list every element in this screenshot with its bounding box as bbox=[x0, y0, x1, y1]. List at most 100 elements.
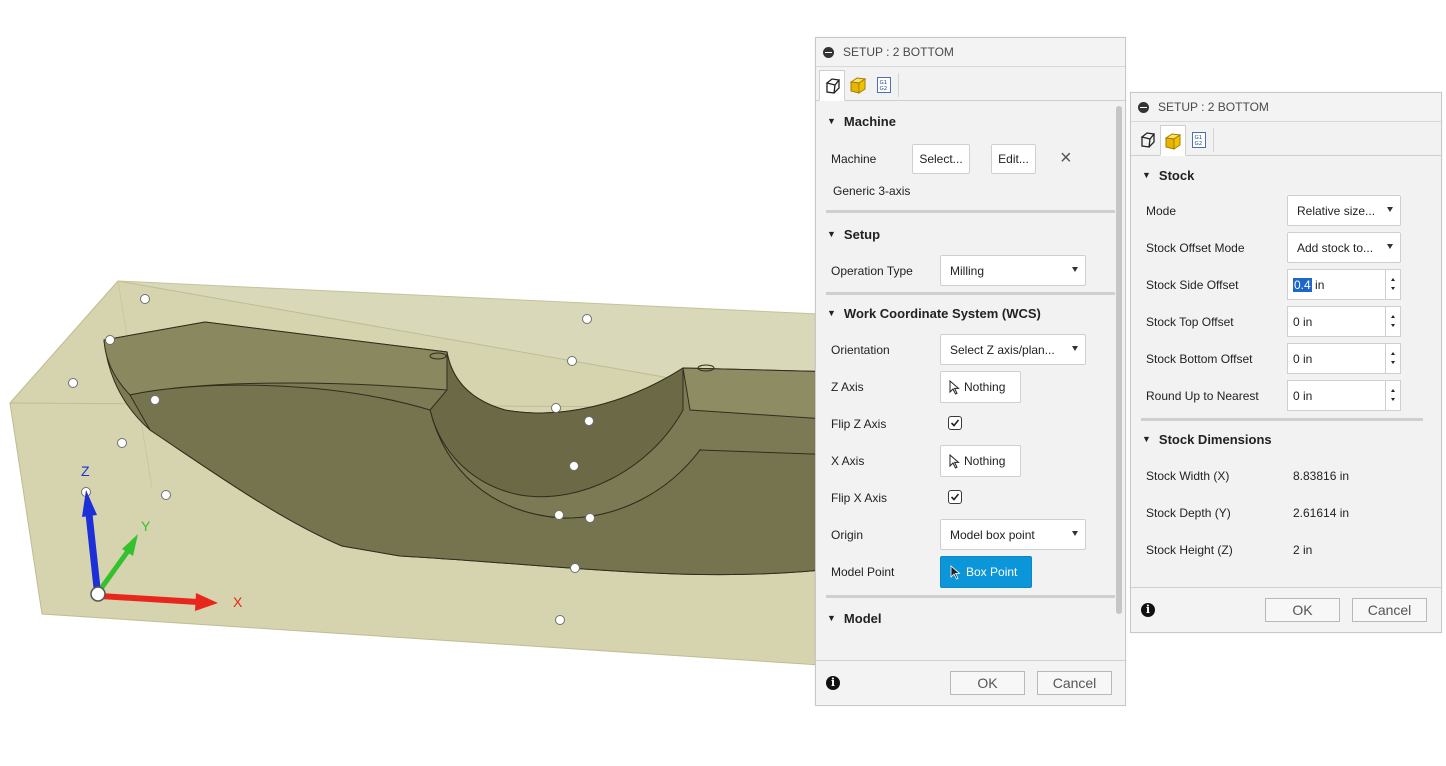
spin-up-icon[interactable] bbox=[1391, 315, 1395, 318]
tab-setup[interactable] bbox=[819, 70, 845, 101]
machine-section-header[interactable]: ▼ Machine bbox=[816, 103, 1125, 139]
stock-width-value: 8.83816 in bbox=[1293, 468, 1350, 483]
flip-x-checkbox[interactable] bbox=[948, 490, 962, 504]
mode-row: Mode Relative size... bbox=[1131, 192, 1441, 229]
spin-down-icon[interactable] bbox=[1391, 361, 1395, 364]
stock-depth-value: 2.61614 in bbox=[1293, 505, 1350, 520]
flip-z-checkbox[interactable] bbox=[948, 416, 962, 430]
section-divider bbox=[826, 210, 1115, 213]
setup-tab-bar: G1 G2 bbox=[816, 67, 1125, 101]
tab-stock[interactable] bbox=[845, 70, 871, 100]
stock-tab-bar: G1 G2 bbox=[1131, 122, 1441, 156]
model-point-button[interactable]: Box Point bbox=[940, 556, 1032, 588]
flip-x-label: Flip X Axis bbox=[831, 490, 888, 505]
setup-dialog-title-bar[interactable]: SETUP : 2 BOTTOM bbox=[816, 38, 1125, 67]
scrollbar-thumb[interactable] bbox=[1116, 106, 1122, 614]
spin-down-icon[interactable] bbox=[1391, 324, 1395, 327]
spin-down-icon[interactable] bbox=[1391, 398, 1395, 401]
round-up-input[interactable]: 0 in bbox=[1287, 380, 1401, 411]
spin-up-icon[interactable] bbox=[1391, 278, 1395, 281]
machine-row: Machine Select... Edit... × bbox=[816, 139, 1125, 179]
stock-width-row: Stock Width (X) 8.83816 in bbox=[1131, 457, 1441, 494]
stock-top-offset-value[interactable]: 0 in bbox=[1293, 315, 1312, 329]
section-divider bbox=[826, 595, 1115, 598]
cancel-button[interactable]: Cancel bbox=[1037, 671, 1112, 695]
x-axis-select-button[interactable]: Nothing bbox=[940, 445, 1021, 477]
x-axis-label: X Axis bbox=[831, 453, 865, 468]
setup-dialog: SETUP : 2 BOTTOM G1 G2 ▼ Machine Machine S… bbox=[815, 37, 1126, 706]
tab-post-process[interactable]: G1 G2 bbox=[871, 70, 897, 100]
round-up-value[interactable]: 0 in bbox=[1293, 389, 1312, 403]
model-section-header[interactable]: ▼ Model bbox=[816, 600, 1125, 636]
setup-section-header[interactable]: ▼ Setup bbox=[816, 216, 1125, 252]
spin-up-icon[interactable] bbox=[1391, 389, 1395, 392]
stock-dialog: SETUP : 2 BOTTOM G1 G2 ▼ Stock Mode Relati… bbox=[1130, 92, 1442, 633]
collapse-icon[interactable] bbox=[1138, 101, 1149, 113]
spin-up-icon[interactable] bbox=[1391, 352, 1395, 355]
flip-x-row: Flip X Axis bbox=[816, 479, 1125, 516]
ok-button[interactable]: OK bbox=[1265, 598, 1340, 622]
stock-side-offset-input[interactable]: 0.4 in bbox=[1287, 269, 1401, 300]
machine-edit-button[interactable]: Edit... bbox=[991, 144, 1036, 174]
svg-text:G2: G2 bbox=[1195, 141, 1203, 147]
stock-side-offset-value[interactable]: 0.4 in bbox=[1293, 278, 1324, 292]
orientation-dropdown[interactable]: Select Z axis/plan... bbox=[940, 334, 1086, 365]
stock-offset-mode-label: Stock Offset Mode bbox=[1146, 240, 1245, 255]
ok-button[interactable]: OK bbox=[950, 671, 1025, 695]
stock-height-label: Stock Height (Z) bbox=[1146, 542, 1233, 557]
spinner-arrows[interactable] bbox=[1385, 381, 1400, 410]
cursor-arrow-icon bbox=[950, 564, 961, 580]
expand-triangle-icon: ▼ bbox=[827, 613, 836, 623]
stock-bottom-offset-label: Stock Bottom Offset bbox=[1146, 351, 1253, 366]
stock-dialog-title-bar[interactable]: SETUP : 2 BOTTOM bbox=[1131, 93, 1441, 122]
operation-type-row: Operation Type Milling bbox=[816, 252, 1125, 289]
setup-tab-icon bbox=[1140, 132, 1156, 148]
chevron-down-icon bbox=[1072, 346, 1078, 351]
collapse-icon[interactable] bbox=[823, 46, 834, 58]
y-axis-label: Y bbox=[141, 518, 151, 534]
machine-select-button[interactable]: Select... bbox=[912, 144, 970, 174]
mode-dropdown[interactable]: Relative size... bbox=[1287, 195, 1401, 226]
setup-scrollbar[interactable] bbox=[1116, 103, 1123, 658]
tab-post-process[interactable]: G1 G2 bbox=[1186, 125, 1212, 155]
tab-setup[interactable] bbox=[1134, 125, 1160, 155]
origin-dropdown[interactable]: Model box point bbox=[940, 519, 1086, 550]
spinner-arrows[interactable] bbox=[1385, 344, 1400, 373]
stock-offset-mode-dropdown[interactable]: Add stock to... bbox=[1287, 232, 1401, 263]
round-up-label: Round Up to Nearest bbox=[1146, 388, 1259, 403]
svg-text:G2: G2 bbox=[880, 86, 888, 92]
stock-depth-label: Stock Depth (Y) bbox=[1146, 505, 1231, 520]
model-point-label: Model Point bbox=[831, 564, 895, 579]
z-axis-label: Z Axis bbox=[831, 379, 864, 394]
stock-top-offset-label: Stock Top Offset bbox=[1146, 314, 1234, 329]
expand-triangle-icon: ▼ bbox=[1142, 434, 1151, 444]
expand-triangle-icon: ▼ bbox=[827, 229, 836, 239]
stock-bottom-offset-value[interactable]: 0 in bbox=[1293, 352, 1312, 366]
machine-name: Generic 3-axis bbox=[833, 184, 911, 198]
stock-section-header[interactable]: ▼ Stock bbox=[1131, 158, 1441, 192]
spin-down-icon[interactable] bbox=[1391, 287, 1395, 290]
chevron-down-icon bbox=[1387, 207, 1393, 212]
z-axis-row: Z Axis Nothing bbox=[816, 368, 1125, 405]
tab-stock[interactable] bbox=[1160, 125, 1186, 156]
stock-width-label: Stock Width (X) bbox=[1146, 468, 1230, 483]
info-icon[interactable]: i bbox=[826, 676, 840, 690]
operation-type-dropdown[interactable]: Milling bbox=[940, 255, 1086, 286]
z-axis-value: Nothing bbox=[964, 380, 1006, 394]
spinner-arrows[interactable] bbox=[1385, 270, 1400, 299]
stock-offset-mode-row: Stock Offset Mode Add stock to... bbox=[1131, 229, 1441, 266]
cancel-button[interactable]: Cancel bbox=[1352, 598, 1427, 622]
unit-text: in bbox=[1311, 278, 1325, 292]
stock-bottom-offset-input[interactable]: 0 in bbox=[1287, 343, 1401, 374]
expand-triangle-icon: ▼ bbox=[827, 116, 836, 126]
checkmark-icon bbox=[950, 493, 960, 501]
stock-top-offset-input[interactable]: 0 in bbox=[1287, 306, 1401, 337]
wcs-section-header[interactable]: ▼ Work Coordinate System (WCS) bbox=[816, 295, 1125, 331]
spinner-arrows[interactable] bbox=[1385, 307, 1400, 336]
z-axis-select-button[interactable]: Nothing bbox=[940, 371, 1021, 403]
clear-machine-icon[interactable]: × bbox=[1060, 148, 1072, 168]
model-point-value: Box Point bbox=[966, 565, 1018, 579]
stock-dimensions-section-header[interactable]: ▼ Stock Dimensions bbox=[1131, 421, 1441, 457]
setup-tab-icon bbox=[825, 77, 841, 94]
info-icon[interactable]: i bbox=[1141, 603, 1155, 617]
